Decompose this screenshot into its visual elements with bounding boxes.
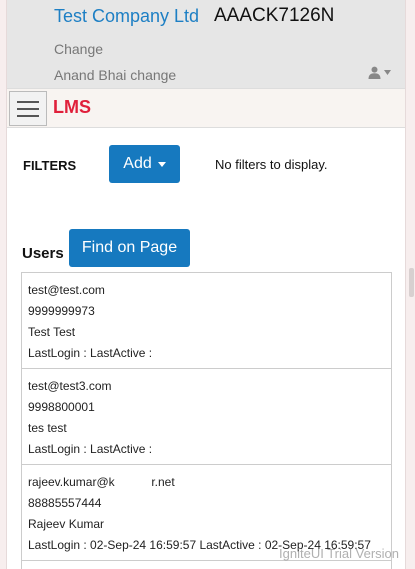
brand-logo-text[interactable]: LMS — [53, 97, 91, 118]
app-frame: Test Company Ltd AAACK7126N Change Anand… — [6, 0, 406, 569]
user-menu-dropdown[interactable] — [368, 66, 391, 79]
users-list[interactable]: test@test.com 9999999973 Test Test LastL… — [21, 272, 392, 569]
user-email: test@test.com — [28, 283, 105, 297]
caret-down-icon — [384, 70, 391, 75]
user-name: tes test — [28, 421, 67, 435]
users-heading: Users — [22, 245, 64, 262]
scrollbar-thumb[interactable] — [409, 268, 414, 297]
no-filters-message: No filters to display. — [215, 157, 328, 172]
top-header: Test Company Ltd AAACK7126N Change Anand… — [7, 0, 405, 88]
caret-down-icon — [157, 161, 166, 167]
user-phone: 9998800001 — [28, 400, 95, 414]
user-phone: 9999999973 — [28, 304, 95, 318]
list-item[interactable]: test@test3.com 9998800001 tes test LastL… — [22, 369, 391, 465]
navbar: LMS — [7, 88, 405, 128]
user-phone: 88885557444 — [28, 496, 102, 510]
filters-label: FILTERS — [23, 158, 77, 173]
user-last-login: LastLogin : LastActive : — [28, 346, 153, 360]
add-filter-label: Add — [123, 155, 152, 172]
list-item[interactable]: test@test.com 9999999973 Test Test LastL… — [22, 273, 391, 369]
trial-watermark: IgniteUI Trial Version — [279, 546, 399, 561]
user-last-login: LastLogin : LastActive : — [28, 442, 153, 456]
user-name: Rajeev Kumar — [28, 517, 105, 531]
company-name-link[interactable]: Test Company Ltd — [54, 6, 199, 27]
user-change-link[interactable]: Anand Bhai change — [54, 67, 176, 83]
user-icon — [368, 66, 381, 79]
add-filter-button[interactable]: Add — [109, 145, 180, 183]
hamburger-menu-icon[interactable] — [9, 91, 47, 126]
change-company-link[interactable]: Change — [54, 41, 103, 57]
user-email: rajeev.kumar@k r.net — [28, 475, 175, 489]
user-name: Test Test — [28, 325, 76, 339]
company-code: AAACK7126N — [214, 5, 335, 26]
find-on-page-button[interactable]: Find on Page — [69, 229, 190, 267]
user-email: test@test3.com — [28, 379, 112, 393]
